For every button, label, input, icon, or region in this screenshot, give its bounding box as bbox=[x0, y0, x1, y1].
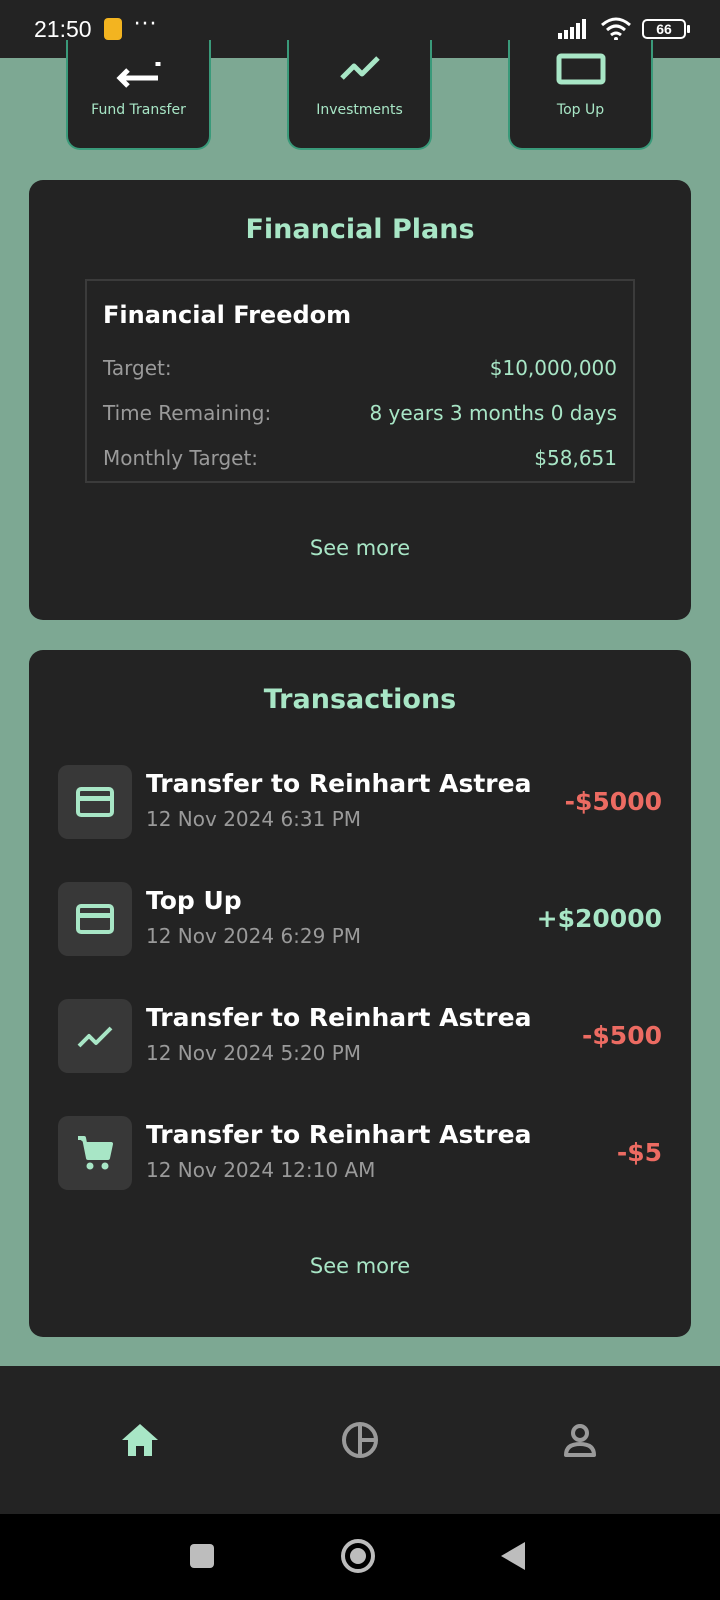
circle-home-icon bbox=[341, 1539, 375, 1573]
back-system-button[interactable] bbox=[493, 1536, 533, 1576]
transaction-icon-box bbox=[58, 765, 132, 839]
transaction-icon-box bbox=[58, 1116, 132, 1190]
person-icon bbox=[564, 1424, 596, 1457]
transaction-date: 12 Nov 2024 12:10 AM bbox=[146, 1158, 376, 1182]
top-up-button[interactable]: Top Up bbox=[508, 40, 653, 150]
quick-actions: Fund Transfer Investments Top Up bbox=[0, 40, 720, 150]
status-right: 66 bbox=[558, 17, 690, 41]
transaction-title: Transfer to Reinhart Astrea bbox=[146, 1003, 532, 1032]
battery-indicator: 66 bbox=[642, 19, 690, 39]
transaction-amount: -$5 bbox=[616, 1138, 662, 1167]
plan-key: Monthly Target: bbox=[103, 445, 259, 470]
plan-row-target: Target: $10,000,000 bbox=[103, 345, 617, 390]
signal-icon bbox=[558, 19, 586, 39]
financial-plans-card: Financial Plans Financial Freedom Target… bbox=[29, 180, 691, 620]
card-icon bbox=[556, 53, 605, 85]
plan-row-monthly-target: Monthly Target: $58,651 bbox=[103, 435, 617, 480]
transaction-title: Transfer to Reinhart Astrea bbox=[146, 1120, 532, 1149]
transaction-row[interactable]: Transfer to Reinhart Astrea 12 Nov 2024 … bbox=[58, 765, 662, 839]
bottom-navigation bbox=[0, 1366, 720, 1514]
status-left: 21:50 ··· bbox=[34, 12, 158, 43]
nav-profile-tab[interactable] bbox=[556, 1416, 604, 1464]
transactions-see-more-button[interactable]: See more bbox=[29, 1254, 691, 1278]
sim-notification-icon bbox=[103, 18, 122, 40]
transaction-amount: +$20000 bbox=[536, 904, 662, 933]
top-up-label: Top Up bbox=[556, 102, 605, 118]
pie-chart-icon bbox=[342, 1422, 378, 1458]
plan-key: Time Remaining: bbox=[103, 400, 272, 425]
credit-card-icon bbox=[76, 787, 114, 817]
square-icon bbox=[190, 1544, 214, 1568]
trending-up-icon bbox=[77, 1026, 113, 1048]
transaction-date: 12 Nov 2024 6:31 PM bbox=[146, 807, 362, 831]
plan-row-time-remaining: Time Remaining: 8 years 3 months 0 days bbox=[103, 390, 617, 435]
transaction-title: Transfer to Reinhart Astrea bbox=[146, 769, 532, 798]
transaction-amount: -$5000 bbox=[564, 787, 662, 816]
wifi-icon bbox=[601, 17, 631, 41]
plan-item[interactable]: Financial Freedom Target: $10,000,000 Ti… bbox=[85, 279, 635, 483]
back-triangle-icon bbox=[501, 1542, 525, 1570]
transaction-date: 12 Nov 2024 6:29 PM bbox=[146, 924, 362, 948]
transactions-title: Transactions bbox=[263, 684, 457, 715]
investments-button[interactable]: Investments bbox=[287, 40, 432, 150]
transaction-row[interactable]: Transfer to Reinhart Astrea 12 Nov 2024 … bbox=[58, 1116, 662, 1190]
plan-value: $10,000,000 bbox=[489, 355, 617, 380]
plan-value: 8 years 3 months 0 days bbox=[369, 400, 617, 425]
plan-value: $58,651 bbox=[534, 445, 617, 470]
trending-up-icon bbox=[339, 56, 380, 80]
plan-key: Target: bbox=[103, 355, 172, 380]
investments-label: Investments bbox=[316, 102, 403, 118]
recent-apps-button[interactable] bbox=[182, 1536, 222, 1576]
transaction-date: 12 Nov 2024 5:20 PM bbox=[146, 1041, 362, 1065]
more-notifications-icon: ··· bbox=[133, 12, 158, 37]
transaction-icon-box bbox=[58, 999, 132, 1073]
credit-card-icon bbox=[76, 904, 114, 934]
transactions-card: Transactions Transfer to Reinhart Astrea… bbox=[29, 650, 691, 1337]
nav-home-tab[interactable] bbox=[116, 1416, 164, 1464]
shopping-cart-icon bbox=[78, 1136, 113, 1170]
system-navigation-bar bbox=[0, 1514, 720, 1600]
fund-transfer-label: Fund Transfer bbox=[91, 102, 186, 118]
transaction-amount: -$500 bbox=[582, 1021, 662, 1050]
transaction-row[interactable]: Top Up 12 Nov 2024 6:29 PM +$20000 bbox=[58, 882, 662, 956]
nav-plans-tab[interactable] bbox=[336, 1416, 384, 1464]
plan-name: Financial Freedom bbox=[103, 301, 352, 329]
fund-transfer-button[interactable]: Fund Transfer bbox=[66, 40, 211, 150]
plans-see-more-button[interactable]: See more bbox=[29, 536, 691, 560]
financial-plans-title: Financial Plans bbox=[245, 214, 475, 245]
status-time: 21:50 bbox=[34, 15, 92, 42]
transaction-icon-box bbox=[58, 882, 132, 956]
home-system-button[interactable] bbox=[338, 1536, 378, 1576]
home-icon bbox=[122, 1424, 158, 1456]
transfer-icon bbox=[115, 62, 160, 88]
transaction-title: Top Up bbox=[146, 886, 242, 915]
transaction-row[interactable]: Transfer to Reinhart Astrea 12 Nov 2024 … bbox=[58, 999, 662, 1073]
